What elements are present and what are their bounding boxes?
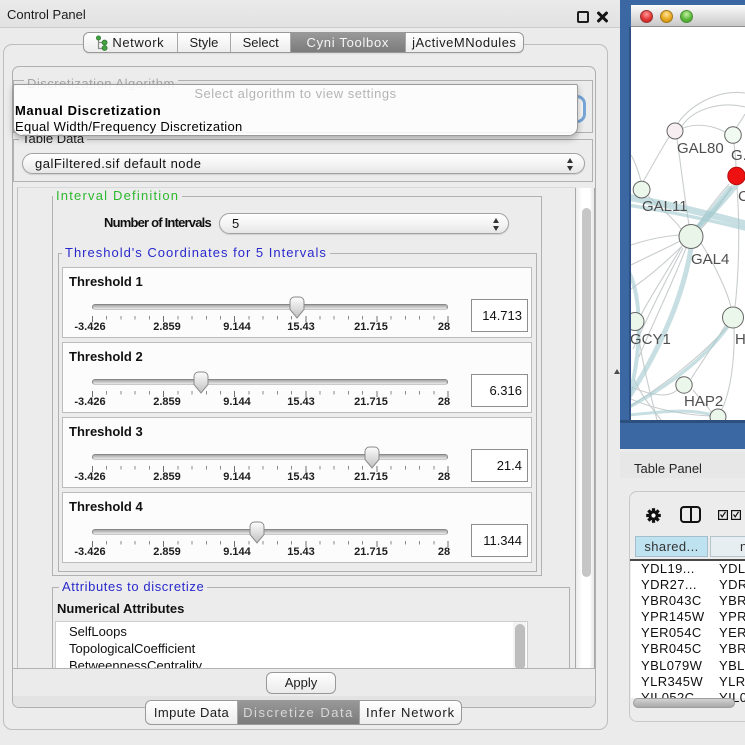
svg-text:HAP2: HAP2: [684, 393, 723, 410]
svg-text:G.: G.: [731, 147, 745, 164]
svg-text:C: C: [738, 188, 745, 205]
svg-text:GAL4: GAL4: [691, 251, 729, 268]
svg-text:GAL80: GAL80: [677, 140, 724, 157]
svg-text:H: H: [735, 331, 745, 348]
svg-text:GAL11: GAL11: [642, 198, 688, 215]
svg-text:GCY1: GCY1: [631, 331, 671, 348]
